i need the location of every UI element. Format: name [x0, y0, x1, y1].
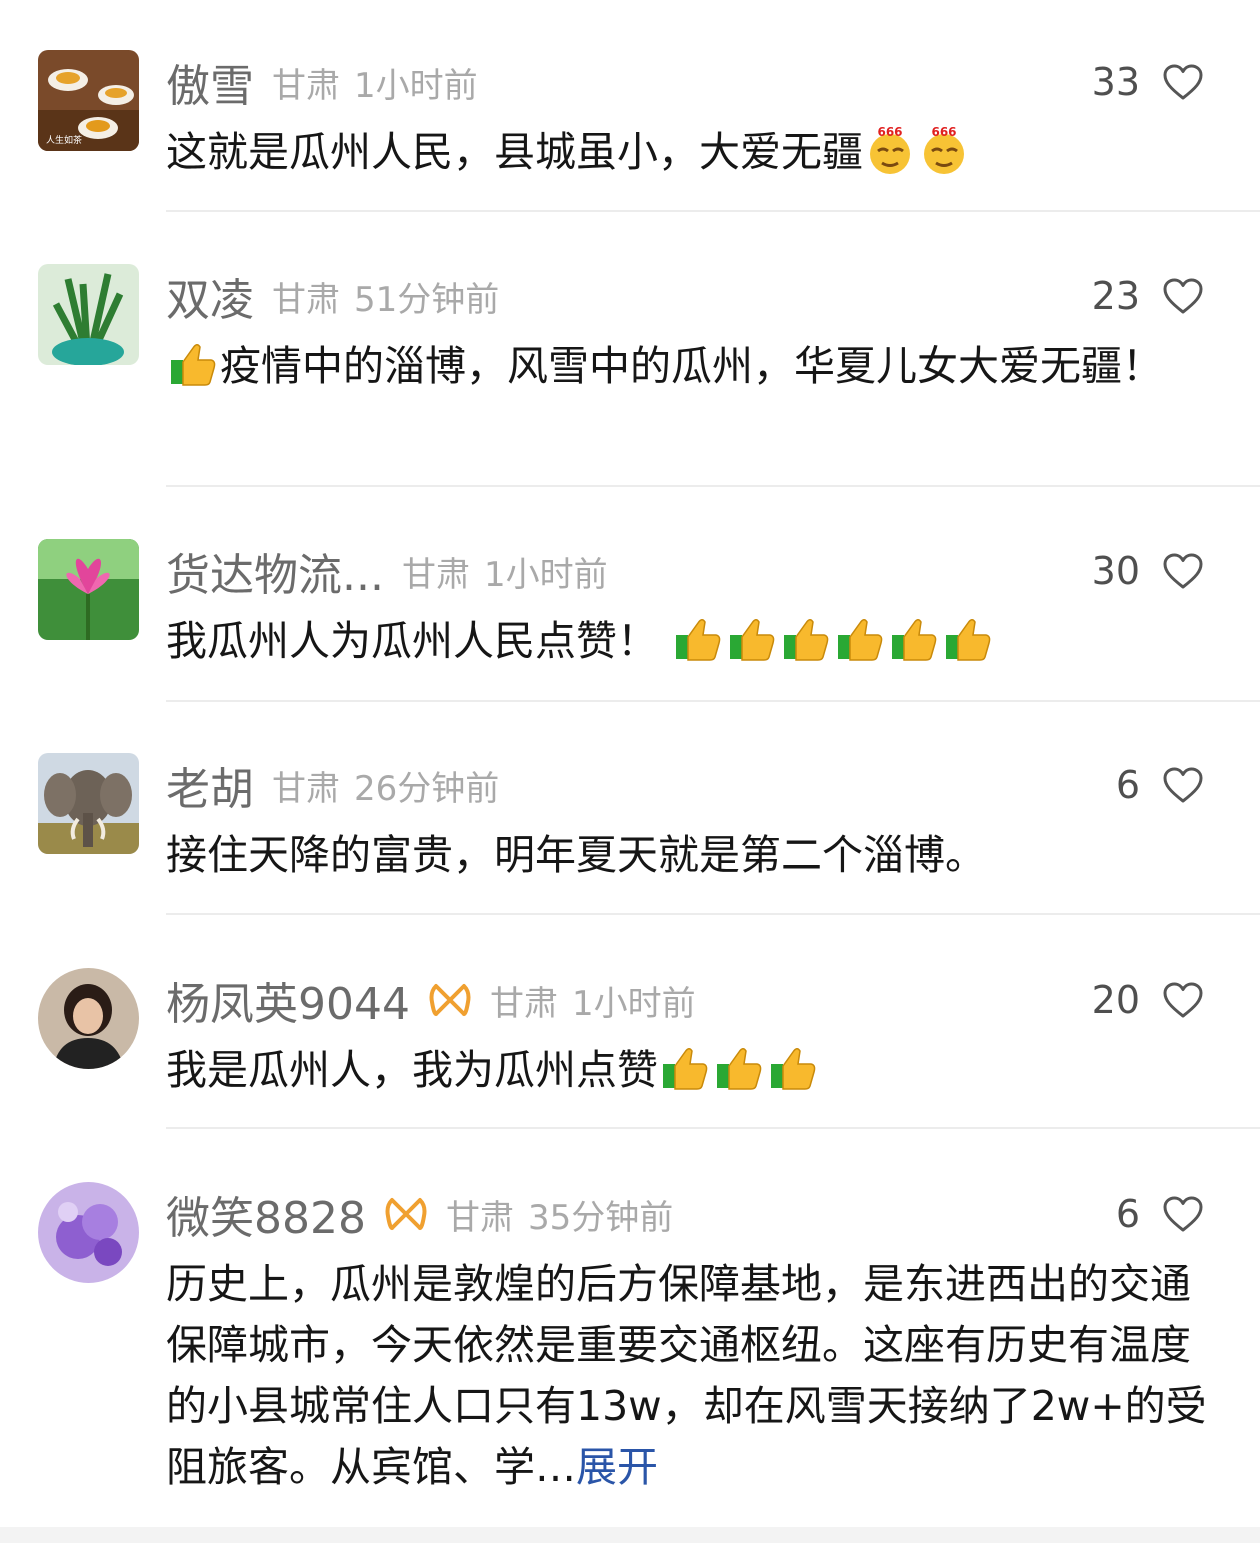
like-button[interactable]: 23: [1092, 264, 1204, 328]
like-button[interactable]: 6: [1116, 753, 1204, 817]
avatar[interactable]: [38, 968, 139, 1069]
location: 甘肃: [401, 554, 470, 595]
like-count: 23: [1091, 274, 1140, 318]
comment-body: 历史上，瓜州是敦煌的后方保障基地，是东进西出的交通保障城市，今天依然是重要交通枢…: [166, 1260, 1207, 1491]
avatar[interactable]: [38, 753, 139, 854]
666-emoji: 666: [864, 124, 916, 176]
expand-link[interactable]: 展开: [576, 1443, 658, 1491]
username[interactable]: 老胡: [166, 753, 254, 817]
username[interactable]: 微笑8828: [166, 1182, 366, 1246]
timestamp: 26分钟前: [354, 768, 500, 809]
username[interactable]: 傲雪: [166, 50, 254, 114]
thumbs-up-emoji: [726, 613, 778, 665]
comment-body: 我是瓜州人，我为瓜州点赞: [166, 1046, 658, 1094]
comment-body: 我瓜州人为瓜州人民点赞！: [166, 617, 658, 665]
thumbs-up-emoji: [659, 1042, 711, 1094]
emoji-label: 666: [877, 125, 902, 139]
thumbs-up-emoji: [888, 613, 940, 665]
like-count: 20: [1091, 978, 1140, 1022]
heart-outline-icon[interactable]: [1162, 1195, 1204, 1233]
comment-meta: 傲雪 甘肃 1小时前: [166, 50, 478, 114]
location: 甘肃: [445, 1197, 514, 1238]
thumbs-up-emoji: [942, 613, 994, 665]
location: 甘肃: [489, 983, 558, 1024]
comment-meta: 杨凤英9044 甘肃 1小时前: [166, 968, 696, 1032]
like-count: 33: [1091, 60, 1140, 104]
like-button[interactable]: 6: [1116, 1182, 1204, 1246]
666-emoji: 666: [918, 124, 970, 176]
comment-text: 接住天降的富贵，明年夏天就是第二个淄博。: [166, 825, 1211, 886]
thumbs-up-emoji: [834, 613, 886, 665]
divider: [166, 210, 1260, 212]
thumbs-up-emoji: [780, 613, 832, 665]
infinity-badge-icon: [429, 984, 471, 1016]
timestamp: 51分钟前: [354, 279, 500, 320]
comment-body: 接住天降的富贵，明年夏天就是第二个淄博。: [166, 831, 986, 879]
thumbs-up-emoji: [672, 613, 724, 665]
comment-meta: 双凌 甘肃 51分钟前: [166, 264, 499, 328]
username[interactable]: 货达物流...: [166, 539, 384, 603]
like-button[interactable]: 20: [1092, 968, 1204, 1032]
location: 甘肃: [272, 768, 340, 809]
avatar[interactable]: 人生如茶: [38, 50, 139, 151]
divider: [166, 485, 1260, 487]
comment-meta: 货达物流... 甘肃 1小时前: [166, 539, 608, 603]
like-count: 30: [1091, 549, 1140, 593]
like-button[interactable]: 30: [1092, 539, 1204, 603]
avatar[interactable]: [38, 539, 139, 640]
thumbs-up-emoji: [713, 1042, 765, 1094]
thumbs-up-emoji: [767, 1042, 819, 1094]
heart-outline-icon[interactable]: [1162, 277, 1204, 315]
comment-meta: 老胡 甘肃 26分钟前: [166, 753, 499, 817]
avatar[interactable]: [38, 264, 139, 365]
comment-text: 我瓜州人为瓜州人民点赞！: [166, 611, 1211, 672]
divider: [166, 700, 1260, 702]
timestamp: 1小时前: [354, 65, 478, 106]
location: 甘肃: [272, 65, 340, 106]
comment-text: 历史上，瓜州是敦煌的后方保障基地，是东进西出的交通保障城市，今天依然是重要交通枢…: [166, 1254, 1211, 1498]
timestamp: 1小时前: [571, 983, 696, 1024]
timestamp: 35分钟前: [527, 1197, 674, 1238]
like-count: 6: [1115, 763, 1140, 807]
location: 甘肃: [272, 279, 340, 320]
timestamp: 1小时前: [483, 554, 608, 595]
comment-text: 我是瓜州人，我为瓜州点赞: [166, 1040, 1211, 1101]
infinity-badge-icon: [385, 1198, 427, 1230]
comment-text: 疫情中的淄博，风雪中的瓜州，华夏儿女大爱无疆！: [166, 336, 1211, 397]
divider: [166, 913, 1260, 915]
heart-outline-icon[interactable]: [1162, 981, 1204, 1019]
bottom-divider-strip: [0, 1527, 1260, 1543]
avatar[interactable]: [38, 1182, 139, 1283]
comment-body: 疫情中的淄博，风雪中的瓜州，华夏儿女大爱无疆！: [220, 342, 1163, 390]
heart-outline-icon[interactable]: [1162, 552, 1204, 590]
thumbs-up-emoji: [167, 338, 219, 390]
like-count: 6: [1115, 1192, 1140, 1236]
username[interactable]: 双凌: [166, 264, 254, 328]
comment-text: 这就是瓜州人民，县城虽小，大爱无疆 666 666: [166, 122, 1211, 183]
divider: [166, 1127, 1260, 1129]
heart-outline-icon[interactable]: [1162, 63, 1204, 101]
emoji-label: 666: [931, 125, 956, 139]
username[interactable]: 杨凤英9044: [166, 968, 410, 1032]
comment-body: 这就是瓜州人民，县城虽小，大爱无疆: [166, 128, 863, 176]
heart-outline-icon[interactable]: [1162, 766, 1204, 804]
like-button[interactable]: 33: [1092, 50, 1204, 114]
avatar-caption: 人生如茶: [46, 134, 82, 146]
comment-meta: 微笑8828 甘肃 35分钟前: [166, 1182, 673, 1246]
